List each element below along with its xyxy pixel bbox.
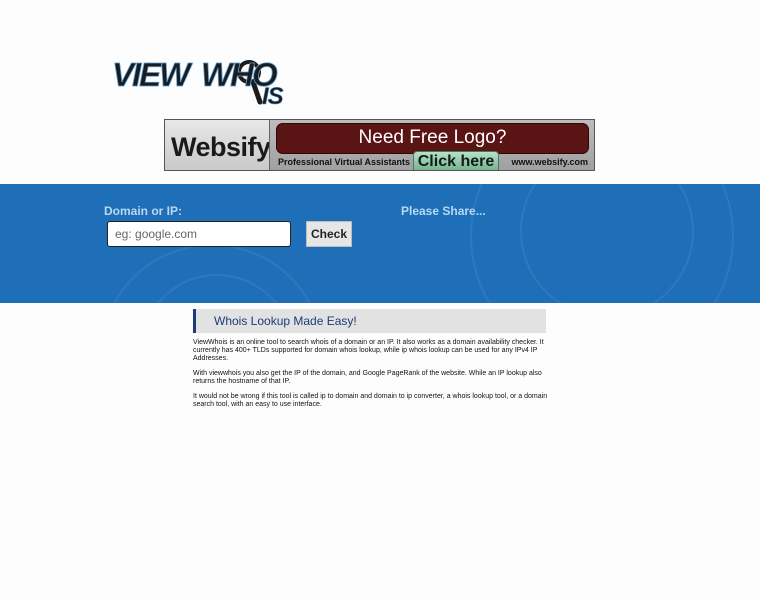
websify-ad-banner[interactable]: Websify. Need Free Logo? Professional Vi… (164, 119, 595, 171)
band-decoration (520, 184, 694, 303)
ad-panel: Need Free Logo? Professional Virtual Ass… (269, 120, 594, 170)
logo-graphic: VIEW WHO IS (112, 56, 285, 111)
section-title: Whois Lookup Made Easy! (214, 314, 357, 328)
viewwhois-logo[interactable]: VIEW WHO IS (112, 52, 302, 111)
domain-label: Domain or IP: (104, 204, 183, 218)
ad-click-button[interactable]: Click here (413, 151, 499, 170)
domain-input[interactable] (107, 221, 291, 247)
features-paragraph: With viewwhois you also get the IP of th… (193, 370, 542, 385)
section-header: Whois Lookup Made Easy! (193, 309, 546, 333)
ad-url: www.websify.com (511, 157, 588, 167)
check-button[interactable]: Check (306, 221, 352, 247)
intro-paragraph: ViewWhois is an online tool to search wh… (193, 339, 544, 362)
logo-word-is: IS (262, 83, 284, 110)
ad-headline: Need Free Logo? (358, 127, 507, 148)
logo-word-view: VIEW (112, 56, 193, 93)
share-label: Please Share... (401, 204, 486, 218)
ad-brand: Websify. (171, 132, 276, 162)
search-band: Domain or IP: Check Please Share... (0, 184, 760, 303)
ad-headline-box: Need Free Logo? (276, 123, 589, 154)
summary-paragraph: It would not be wrong if this tool is ca… (193, 393, 548, 408)
ad-tagline: Professional Virtual Assistants (278, 157, 411, 167)
